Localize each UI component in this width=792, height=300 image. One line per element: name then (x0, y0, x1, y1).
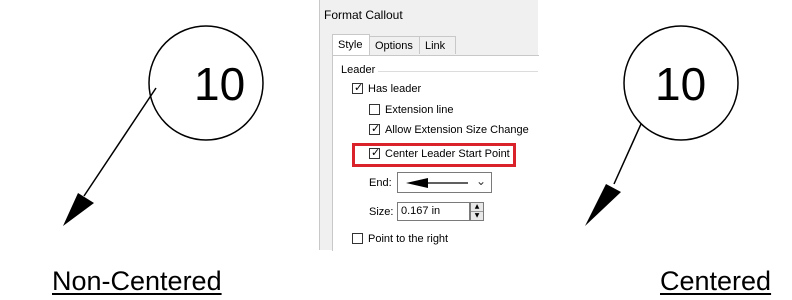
extension-line-checkbox[interactable] (369, 104, 380, 115)
spin-up-icon[interactable]: ▲ (471, 203, 483, 212)
end-label: End: (369, 177, 392, 189)
left-leader-line (83, 87, 157, 197)
checkmark-icon: ✓ (371, 122, 381, 135)
spin-down-icon[interactable]: ▼ (471, 212, 483, 220)
point-to-right-checkbox[interactable] (352, 233, 363, 244)
dialog-title: Format Callout (324, 8, 403, 22)
leader-group-divider (378, 71, 538, 72)
end-arrow-select[interactable]: ⌄ (397, 172, 492, 193)
center-leader-start-point-checkbox[interactable]: ✓ (369, 146, 381, 159)
right-leader-line (613, 123, 642, 185)
right-caption: Centered (660, 266, 772, 296)
tab-style[interactable]: Style (332, 34, 370, 55)
point-to-right-label: Point to the right (368, 233, 449, 245)
tab-link[interactable]: Link (419, 36, 456, 54)
left-leader-arrowhead (63, 193, 94, 226)
has-leader-label: Has leader (368, 83, 422, 95)
tab-options[interactable]: Options (369, 36, 420, 54)
arrow-left-icon (406, 178, 468, 188)
extension-line-label: Extension line (385, 104, 454, 116)
checkmark-icon: ✓ (371, 146, 381, 159)
right-leader-arrowhead (585, 184, 621, 226)
allow-extension-size-change-checkbox[interactable]: ✓ (369, 122, 381, 135)
leader-group-label: Leader (341, 64, 376, 76)
left-caption: Non-Centered (52, 266, 222, 296)
size-label: Size: (369, 206, 394, 218)
right-callout-number: 10 (655, 58, 707, 110)
allow-extension-size-change-label: Allow Extension Size Change (385, 124, 529, 136)
center-leader-start-point-label: Center Leader Start Point (385, 148, 510, 160)
chevron-down-icon: ⌄ (475, 174, 486, 188)
left-callout-number: 10 (194, 58, 246, 110)
checkmark-icon: ✓ (354, 81, 364, 94)
size-spinner[interactable]: ▲ ▼ (470, 202, 484, 221)
has-leader-checkbox[interactable]: ✓ (352, 81, 364, 94)
size-input[interactable]: 0.167 in (397, 202, 470, 221)
